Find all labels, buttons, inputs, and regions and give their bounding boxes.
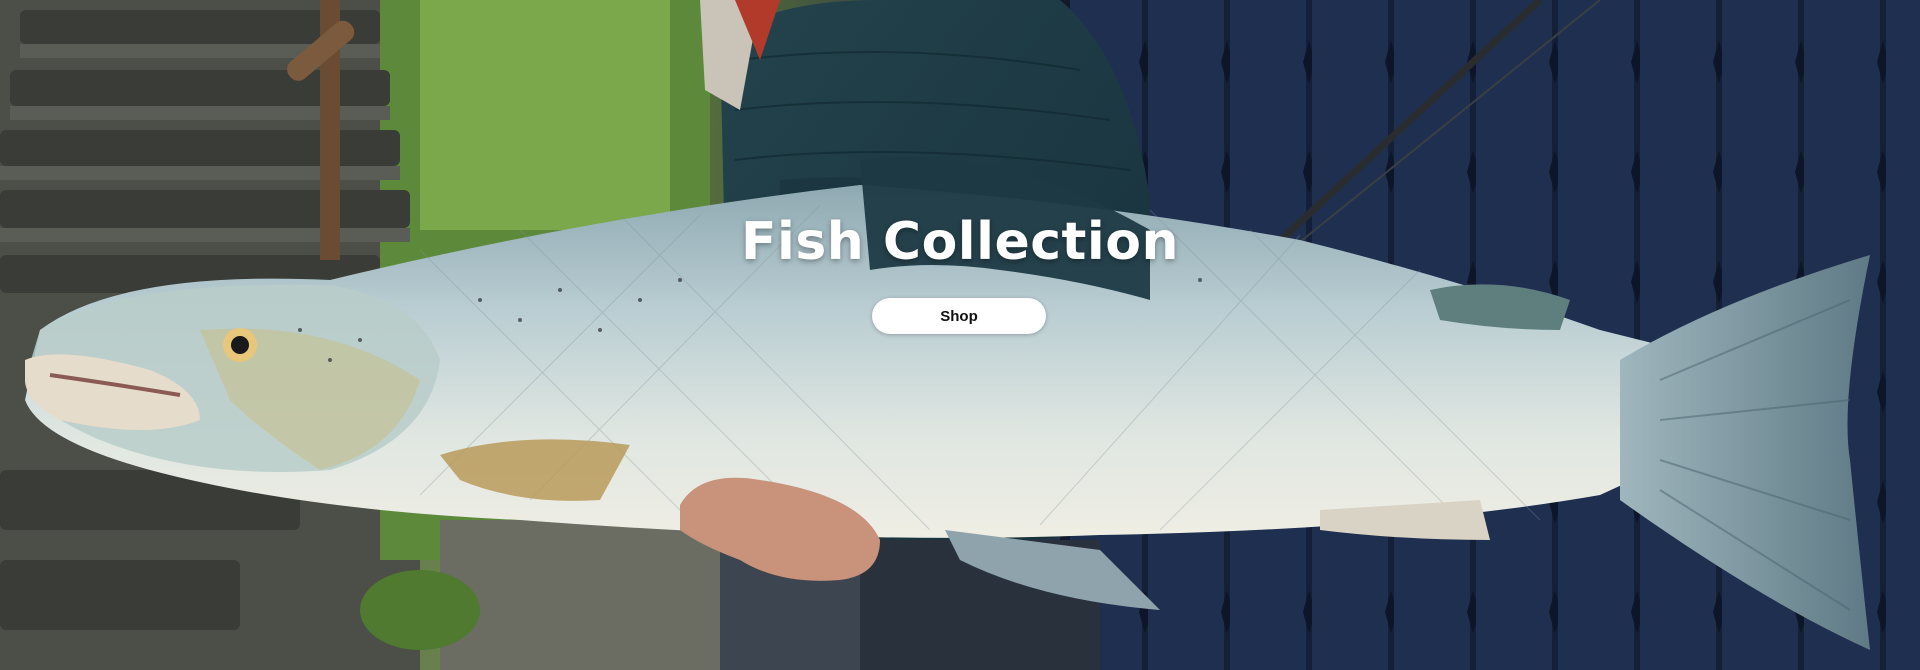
shop-button[interactable]: Shop — [872, 298, 1046, 334]
hero-background-photo — [0, 0, 1920, 670]
hero-banner: Fish Collection Shop — [0, 0, 1920, 670]
